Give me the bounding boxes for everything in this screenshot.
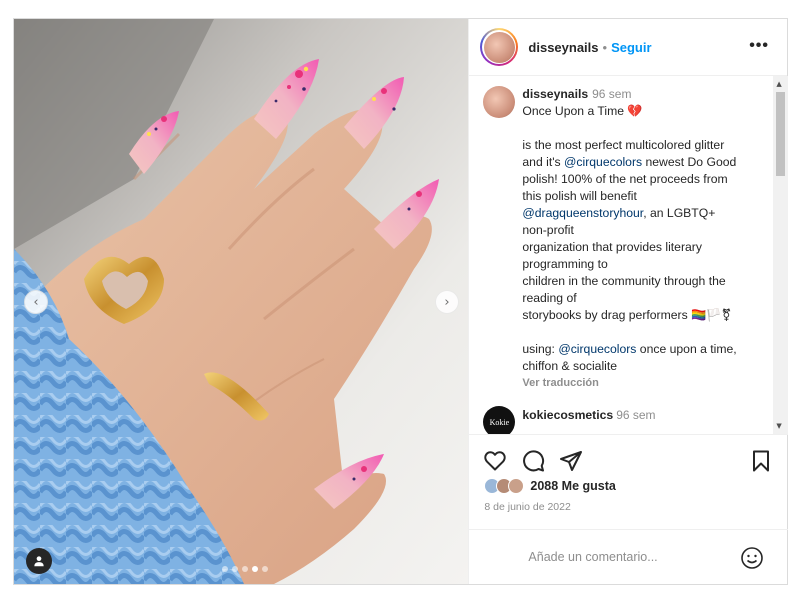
carousel-dot bbox=[232, 566, 238, 572]
mention-link[interactable]: @cirquecolors bbox=[558, 342, 636, 356]
more-options-icon[interactable]: ••• bbox=[749, 37, 769, 55]
user-icon bbox=[34, 556, 44, 567]
caption-text: , an LGBTQ+ bbox=[643, 206, 716, 220]
likes-count[interactable]: 2088 Me gusta bbox=[530, 479, 615, 493]
caption-text: once upon a time, bbox=[636, 342, 737, 356]
caption-time: 96 sem bbox=[592, 87, 632, 101]
add-comment-bar: Añade un comentario... bbox=[469, 529, 789, 584]
caption-text: newest Do Good bbox=[642, 155, 737, 169]
caption-text: is the most perfect multicolored glitter bbox=[522, 138, 725, 152]
scroll-down-icon[interactable]: ▼ bbox=[776, 422, 781, 430]
like-heart-icon[interactable] bbox=[483, 449, 507, 473]
avatar bbox=[508, 478, 525, 494]
scroll-up-icon[interactable]: ▲ bbox=[776, 80, 781, 88]
scrollbar[interactable]: ▲ ▼ bbox=[773, 76, 789, 434]
caption-text: this polish will benefit bbox=[522, 189, 637, 203]
caption: disseynails 96 sem Once Upon a Time 💔 is … bbox=[483, 86, 773, 392]
comment-time: 96 sem bbox=[616, 408, 656, 422]
liker-avatars bbox=[484, 478, 525, 494]
caption-text: polish! 100% of the net proceeds from bbox=[522, 172, 728, 186]
carousel-dot-active bbox=[252, 566, 258, 572]
avatar bbox=[483, 31, 515, 63]
previous-image-button[interactable]: ‹ bbox=[24, 290, 48, 314]
header-username[interactable]: disseynails bbox=[528, 40, 598, 55]
carousel-indicator bbox=[222, 566, 268, 572]
caption-text: using: bbox=[522, 342, 559, 356]
mention-link[interactable]: @dragqueenstoryhour bbox=[522, 206, 643, 220]
caption-body: disseynails 96 sem Once Upon a Time 💔 is … bbox=[522, 86, 768, 392]
bookmark-icon[interactable] bbox=[749, 449, 773, 473]
avatar[interactable]: Kokie bbox=[483, 406, 516, 434]
caption-title: Once Upon a Time 💔 bbox=[522, 104, 643, 118]
caption-text: organization that provides literary bbox=[522, 240, 702, 254]
caption-text: chiffon & socialite bbox=[522, 359, 618, 373]
follow-button[interactable]: Seguir bbox=[611, 40, 651, 55]
story-ring[interactable] bbox=[480, 28, 519, 66]
post-media[interactable]: ‹ › bbox=[14, 19, 469, 584]
tagged-users-button[interactable] bbox=[26, 548, 52, 574]
carousel-dot bbox=[262, 566, 268, 572]
caption-text: non-profit bbox=[522, 223, 574, 237]
avatar[interactable] bbox=[483, 86, 516, 118]
comment-icon[interactable] bbox=[521, 449, 545, 473]
chevron-left-icon: ‹ bbox=[33, 294, 39, 310]
caption-username[interactable]: disseynails bbox=[522, 87, 588, 101]
carousel-dot bbox=[242, 566, 248, 572]
comment-item: Kokie kokiecosmetics 96 sem bbox=[483, 406, 656, 434]
caption-text: children in the community through the bbox=[522, 274, 726, 288]
post-header: disseynails • Seguir ••• bbox=[469, 19, 787, 76]
caption-text: programming to bbox=[522, 257, 608, 271]
see-translation-link[interactable]: Ver traducción bbox=[522, 375, 768, 392]
caption-text: storybooks by drag performers 🏳️‍🌈🏳️⚧ bbox=[522, 308, 732, 322]
post-date: 8 de junio de 2022 bbox=[484, 501, 571, 513]
emoji-icon[interactable] bbox=[740, 546, 764, 570]
caption-text: and it's bbox=[522, 155, 565, 169]
post-dialog: ‹ › disseynails • Seguir ••• disseynails… bbox=[13, 18, 789, 585]
post-sidebar: disseynails • Seguir ••• disseynails 96 s… bbox=[468, 19, 789, 584]
caption-text: reading of bbox=[522, 291, 577, 305]
separator-dot: • bbox=[602, 39, 608, 55]
comments-list[interactable]: disseynails 96 sem Once Upon a Time 💔 is … bbox=[469, 76, 789, 434]
comment-username[interactable]: kokiecosmetics bbox=[522, 408, 613, 422]
comment-input[interactable]: Añade un comentario... bbox=[528, 550, 657, 564]
post-photo bbox=[14, 19, 469, 584]
scrollbar-thumb[interactable] bbox=[776, 92, 786, 176]
mention-link[interactable]: @cirquecolors bbox=[564, 155, 642, 169]
share-icon[interactable] bbox=[559, 449, 583, 473]
likes-row[interactable]: 2088 Me gusta bbox=[484, 478, 616, 494]
carousel-dot bbox=[222, 566, 228, 572]
chevron-right-icon: › bbox=[444, 294, 450, 310]
next-image-button[interactable]: › bbox=[435, 290, 459, 314]
